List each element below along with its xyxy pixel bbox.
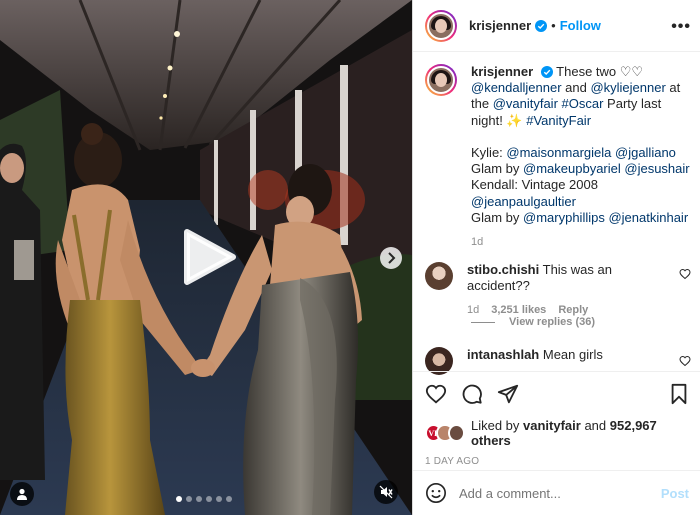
likes-summary[interactable]: VF Liked by vanityfair and 952,967 other… bbox=[425, 418, 689, 448]
post-details-panel: krisjenner • Follow ••• krisjenner These… bbox=[412, 0, 700, 515]
carousel-dot bbox=[226, 496, 232, 502]
mention-link[interactable]: @kyliejenner bbox=[590, 80, 665, 95]
post-actions: VF Liked by vanityfair and 952,967 other… bbox=[413, 371, 700, 467]
post-media[interactable] bbox=[0, 0, 412, 515]
post-comment-button[interactable]: Post bbox=[661, 486, 689, 501]
bookmark-icon bbox=[671, 383, 687, 405]
hashtag-link[interactable]: #Oscar bbox=[562, 96, 604, 111]
mention-link[interactable]: @jesushair bbox=[624, 161, 689, 176]
caption-word: Glam by bbox=[471, 209, 524, 225]
chevron-right-icon bbox=[388, 252, 396, 264]
verified-icon bbox=[540, 66, 553, 78]
caption-line: These two ♡♡ bbox=[556, 64, 644, 79]
comment-input[interactable] bbox=[459, 485, 661, 501]
comment-button[interactable] bbox=[461, 383, 483, 405]
carousel-dot bbox=[186, 496, 192, 502]
like-button[interactable] bbox=[425, 383, 447, 405]
caption-word: Kendall: Vintage 2008 bbox=[471, 177, 598, 193]
mute-icon bbox=[379, 485, 393, 499]
mention-link[interactable]: @vanityfair bbox=[493, 96, 558, 111]
author-username[interactable]: krisjenner bbox=[469, 18, 531, 33]
mention-link[interactable]: @maryphillips bbox=[523, 210, 605, 225]
caption-word: Glam by bbox=[471, 161, 524, 177]
commenter-avatar[interactable] bbox=[425, 262, 453, 290]
carousel-dot bbox=[216, 496, 222, 502]
view-replies-label: View replies (36) bbox=[509, 316, 596, 328]
post-caption: krisjenner These two ♡♡ @kendalljenner a… bbox=[425, 64, 695, 250]
mention-link[interactable]: @jenatkinhair bbox=[608, 210, 688, 225]
caption-username[interactable]: krisjenner bbox=[471, 64, 533, 79]
mute-button[interactable] bbox=[374, 480, 398, 504]
mention-link[interactable]: @makeupbyariel bbox=[523, 161, 621, 176]
caption-timestamp[interactable]: 1d bbox=[471, 234, 693, 250]
commenter-username[interactable]: stibo.chishi bbox=[467, 262, 539, 277]
follow-button[interactable]: Follow bbox=[560, 18, 601, 33]
verified-icon bbox=[535, 19, 548, 32]
mention-link[interactable]: @jeanpaulgaultier bbox=[471, 194, 576, 209]
share-icon bbox=[497, 384, 519, 404]
mention-link[interactable]: @kendalljenner bbox=[471, 80, 562, 95]
save-button[interactable] bbox=[669, 383, 689, 405]
more-options-icon[interactable]: ••• bbox=[671, 18, 691, 36]
likes-and: and bbox=[580, 418, 610, 433]
caption-word: and bbox=[561, 80, 591, 96]
caption-text: krisjenner These two ♡♡ @kendalljenner a… bbox=[471, 64, 693, 250]
comment-text: Mean girls bbox=[542, 347, 603, 362]
likes-prefix: Liked by bbox=[470, 418, 524, 433]
carousel-dot bbox=[196, 496, 202, 502]
separator-dot: • bbox=[551, 18, 556, 33]
liker-username[interactable]: vanityfair bbox=[523, 418, 581, 433]
liker-avatar bbox=[447, 424, 465, 442]
carousel-dot bbox=[206, 496, 212, 502]
caption-avatar[interactable] bbox=[425, 64, 457, 96]
carousel-indicator bbox=[176, 496, 232, 502]
view-replies-button[interactable]: View replies (36) bbox=[471, 316, 595, 328]
hashtag-link[interactable]: #VanityFair bbox=[526, 113, 591, 128]
comment-icon bbox=[462, 384, 482, 404]
comment-like-icon[interactable] bbox=[679, 268, 691, 280]
comment-item: stibo.chishi This was an accident?? 1d 3… bbox=[425, 262, 700, 318]
post-header: krisjenner • Follow ••• bbox=[413, 0, 700, 52]
post-timestamp[interactable]: 1 DAY AGO bbox=[425, 456, 689, 467]
replies-divider bbox=[471, 321, 495, 323]
play-icon bbox=[184, 229, 236, 285]
user-tags-button[interactable] bbox=[10, 482, 34, 506]
mention-link[interactable]: @maisonmargiela bbox=[506, 145, 611, 160]
comment-like-icon[interactable] bbox=[679, 355, 691, 367]
author-avatar[interactable] bbox=[425, 9, 457, 42]
carousel-next-button[interactable] bbox=[380, 247, 402, 269]
share-button[interactable] bbox=[497, 383, 519, 405]
add-comment-bar: Post bbox=[413, 470, 700, 515]
carousel-dot bbox=[176, 496, 182, 502]
mention-link[interactable]: @jgalliano bbox=[615, 145, 676, 160]
caption-word: Kylie: bbox=[471, 145, 507, 161]
sparkles-emoji: ✨ bbox=[506, 112, 523, 128]
user-tag-icon bbox=[17, 488, 27, 500]
play-button[interactable] bbox=[181, 228, 237, 286]
emoji-icon[interactable] bbox=[425, 482, 447, 504]
commenter-username[interactable]: intanashlah bbox=[467, 347, 539, 362]
heart-icon bbox=[425, 384, 447, 404]
